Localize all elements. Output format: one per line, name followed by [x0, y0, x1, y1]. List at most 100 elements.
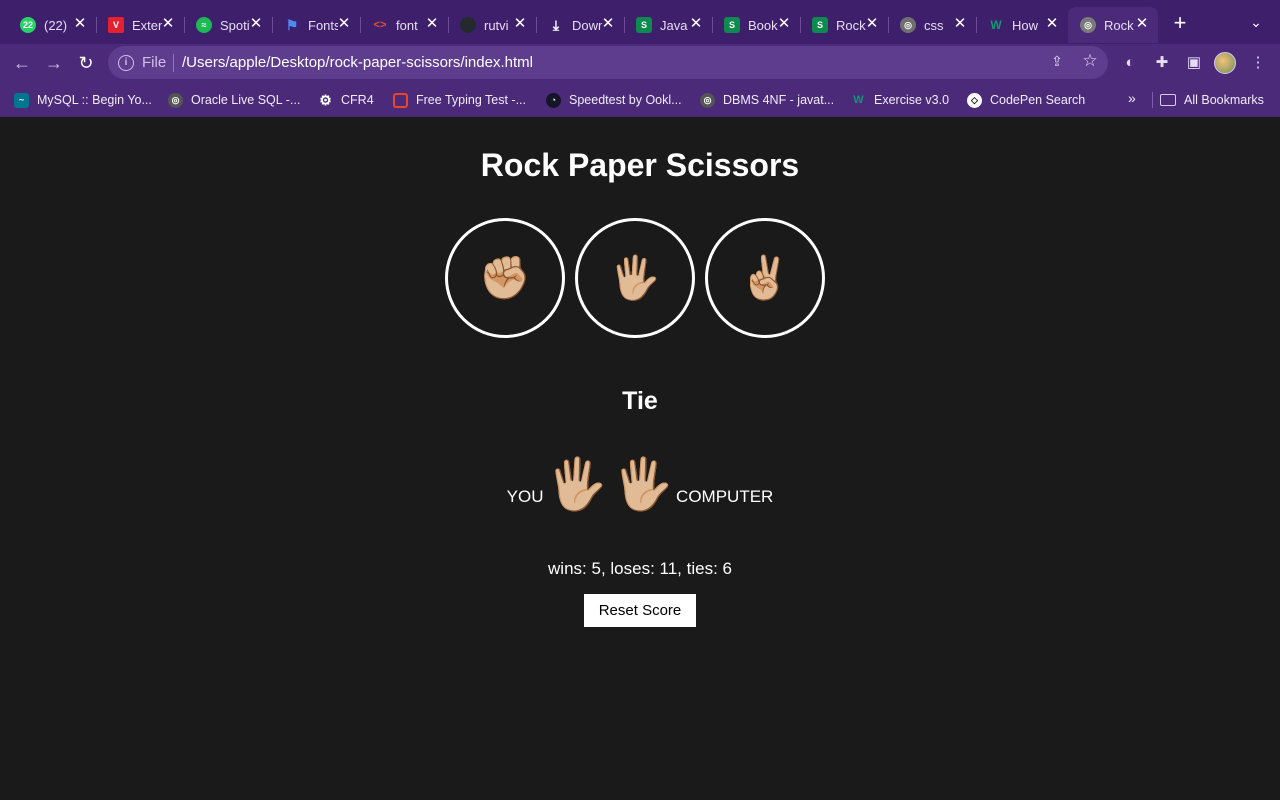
bookmark-mysql[interactable]: ~ MySQL :: Begin Yo...	[14, 91, 152, 109]
score-text: wins: 5, loses: 11, ties: 6	[548, 559, 732, 578]
bookmark-label: Free Typing Test -...	[416, 93, 527, 107]
folder-icon	[1160, 94, 1176, 106]
download-icon: ⤓	[552, 16, 560, 33]
s-icon: S	[724, 17, 740, 33]
tab-label: Downloads	[572, 17, 602, 33]
codepen-icon: ◇	[967, 92, 982, 108]
tab-label: Rock	[1104, 17, 1134, 33]
profile-avatar[interactable]	[1214, 52, 1236, 74]
forward-button[interactable]: →	[42, 51, 66, 75]
close-icon[interactable]: ✕	[248, 16, 264, 32]
close-icon[interactable]: ✕	[864, 16, 880, 32]
tab-label: Rock	[836, 17, 866, 33]
close-icon[interactable]: ✕	[688, 16, 704, 32]
gear-icon: ⚙	[319, 91, 332, 108]
close-icon[interactable]: ✕	[424, 16, 440, 32]
tab-fonts[interactable]: ⚑ Fonts ✕	[272, 7, 361, 43]
close-icon[interactable]: ✕	[512, 16, 528, 32]
bookmark-exercise[interactable]: W Exercise v3.0	[851, 91, 949, 109]
close-icon[interactable]: ✕	[1044, 16, 1060, 32]
menu-kebab-icon[interactable]: ⋮	[1248, 53, 1268, 73]
tab-github[interactable]: ● rutvi ✕	[448, 7, 537, 43]
paper-icon: 🖐🏼	[608, 253, 662, 301]
browser-chrome: 22 (22) ✕ V Extensions ✕ ≈ Spotify ✕ ⚑ F…	[0, 0, 1280, 117]
tab-label: font	[396, 17, 418, 33]
rock-icon: ✊🏼	[478, 253, 532, 301]
tab-spotify[interactable]: ≈ Spotify ✕	[184, 7, 273, 43]
share-icon[interactable]: ⇪	[1048, 53, 1066, 71]
bookmark-typing-test[interactable]: Free Typing Test -...	[393, 91, 526, 109]
tab-label: rutvi	[484, 17, 509, 33]
tab-label: Extensions	[132, 17, 162, 33]
tab-label: How	[1012, 17, 1039, 33]
close-icon[interactable]: ✕	[1134, 16, 1150, 32]
back-button[interactable]: ←	[10, 51, 34, 75]
address-scheme: File	[142, 54, 167, 71]
whatsapp-icon: 22	[20, 17, 36, 33]
tab-css[interactable]: ◎ css ✕	[888, 7, 977, 43]
close-icon[interactable]: ✕	[776, 16, 792, 32]
w-icon: W	[990, 18, 1002, 32]
computer-label: COMPUTER	[676, 487, 774, 506]
paper-button[interactable]: 🖐🏼	[575, 218, 695, 338]
close-icon[interactable]: ✕	[952, 16, 968, 32]
tab-whatsapp[interactable]: 22 (22) ✕	[8, 7, 97, 43]
tab-extensions[interactable]: V Extensions ✕	[96, 7, 185, 43]
bookmark-label: CFR4	[341, 93, 374, 107]
tab-rock-active[interactable]: ◎ Rock ✕	[1068, 7, 1158, 43]
tab-font[interactable]: <> font ✕	[360, 7, 449, 43]
scissors-icon: ✌🏼	[738, 253, 792, 301]
address-url[interactable]: /Users/apple/Desktop/rock-paper-scissors…	[182, 54, 533, 71]
close-icon[interactable]: ✕	[160, 16, 176, 32]
tab-book[interactable]: S Book ✕	[712, 7, 801, 43]
extension-icon[interactable]: ◐	[1120, 53, 1140, 73]
tab-strip: 22 (22) ✕ V Extensions ✕ ≈ Spotify ✕ ⚑ F…	[0, 0, 1280, 44]
s-icon: S	[636, 17, 652, 33]
tab-how[interactable]: W How ✕	[976, 7, 1068, 43]
globe-icon: ◎	[168, 92, 183, 108]
close-icon[interactable]: ✕	[336, 16, 352, 32]
close-icon[interactable]: ✕	[600, 16, 616, 32]
tab-label: Fonts	[308, 17, 338, 33]
reset-score-button[interactable]: Reset Score	[584, 594, 696, 627]
bookmarks-overflow-button[interactable]: »	[1128, 90, 1136, 106]
mysql-icon: ~	[14, 92, 29, 108]
info-icon[interactable]: i	[118, 55, 134, 71]
bookmarks-bar: ~ MySQL :: Begin Yo... ◎ Oracle Live SQL…	[0, 86, 1280, 114]
bookmark-label: MySQL :: Begin Yo...	[37, 93, 152, 107]
all-bookmarks-label: All Bookmarks	[1184, 93, 1264, 107]
tab-label: css	[924, 17, 944, 33]
s-icon: S	[812, 17, 828, 33]
globe-icon: ◎	[1080, 17, 1096, 33]
address-bar[interactable]: i File /Users/apple/Desktop/rock-paper-s…	[108, 46, 1108, 79]
tab-rock[interactable]: S Rock ✕	[800, 7, 889, 43]
bookmark-label: CodePen Search	[990, 93, 1086, 107]
new-tab-button[interactable]: +	[1168, 12, 1192, 36]
bookmark-oracle[interactable]: ◎ Oracle Live SQL -...	[168, 91, 300, 109]
tab-java[interactable]: S Java ✕	[624, 7, 713, 43]
scissors-button[interactable]: ✌🏼	[705, 218, 825, 338]
tab-downloads[interactable]: ⤓ Downloads ✕	[536, 7, 625, 43]
globe-icon: ◎	[900, 17, 916, 33]
gauge-icon: ◔	[546, 92, 561, 108]
tab-label: (22)	[44, 17, 68, 33]
tab-label: Spotify	[220, 17, 250, 33]
puzzle-icon[interactable]: ✚	[1152, 53, 1172, 73]
computer-move-icon: 🖐🏼	[611, 456, 675, 512]
side-panel-icon[interactable]: ▣	[1184, 53, 1204, 73]
github-icon: ●	[460, 17, 476, 33]
tab-label: Java	[660, 17, 688, 33]
bookmark-dbms[interactable]: ◎ DBMS 4NF - javat...	[700, 91, 834, 109]
close-icon[interactable]: ✕	[72, 16, 88, 32]
flag-icon: ⚑	[285, 16, 299, 33]
divider	[173, 54, 174, 72]
reload-button[interactable]: ↻	[74, 51, 98, 75]
bookmark-label: Oracle Live SQL -...	[191, 93, 301, 107]
bookmark-speedtest[interactable]: ◔ Speedtest by Ookl...	[546, 91, 682, 109]
bookmark-star-icon[interactable]: ☆	[1080, 51, 1100, 71]
rock-button[interactable]: ✊🏼	[445, 218, 565, 338]
all-bookmarks-button[interactable]: All Bookmarks	[1160, 91, 1264, 109]
bookmark-cfr4[interactable]: ⚙ CFR4	[318, 91, 374, 109]
bookmark-codepen[interactable]: ◇ CodePen Search	[967, 91, 1085, 109]
chevron-down-icon[interactable]: ⌄	[1246, 14, 1266, 34]
